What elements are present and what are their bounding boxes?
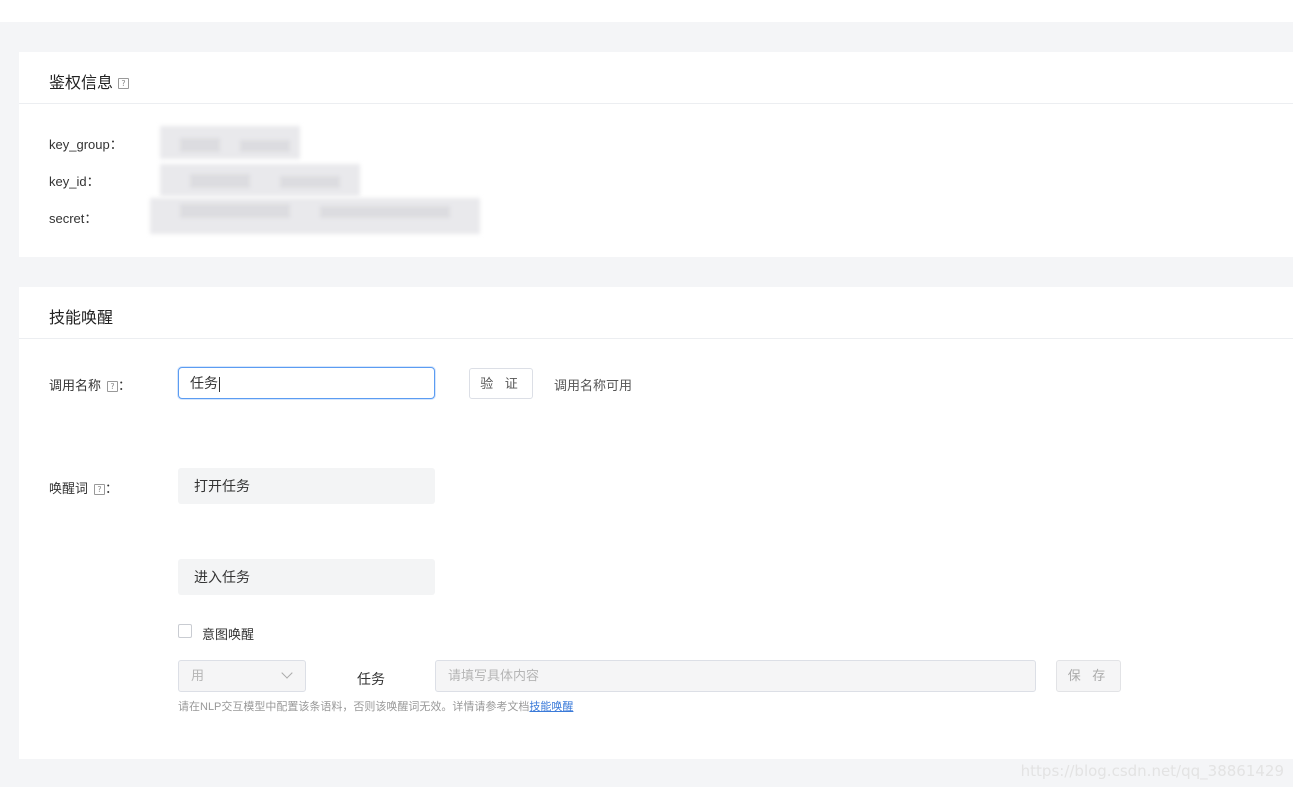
- call-name-label-text: 调用名称: [49, 378, 102, 393]
- verify-button[interactable]: 验 证: [469, 368, 533, 399]
- skill-wake-card: 技能唤醒 调用名称?： 任务 验 证 调用名称可用 唤醒词?： 打开任务 进入任…: [19, 287, 1293, 759]
- key-group-label: key_group：: [49, 137, 123, 152]
- key-id-value-redacted: [160, 164, 360, 196]
- intent-hint: 请在NLP交互模型中配置该条语料，否则该唤醒词无效。详情请参考文档技能唤醒: [178, 698, 573, 714]
- text-caret: [219, 376, 220, 392]
- help-icon[interactable]: ?: [107, 381, 119, 393]
- auth-info-card: 鉴权信息? key_group： key_id： secret：: [19, 52, 1293, 257]
- key-id-label: key_id：: [49, 174, 100, 189]
- intent-middle-text: 任务: [357, 671, 385, 687]
- auth-info-title-text: 鉴权信息: [49, 75, 114, 92]
- intent-content-input[interactable]: 请填写具体内容: [435, 660, 1036, 692]
- chevron-down-icon: [281, 667, 293, 679]
- save-button[interactable]: 保 存: [1056, 660, 1121, 692]
- auth-info-header: 鉴权信息?: [19, 52, 1293, 104]
- help-icon[interactable]: ?: [94, 484, 106, 496]
- call-name-value: 任务: [190, 375, 218, 391]
- intent-wake-label: 意图唤醒: [202, 627, 255, 642]
- call-name-status: 调用名称可用: [554, 378, 633, 393]
- call-name-label: 调用名称?：: [49, 375, 131, 394]
- intent-select[interactable]: 用: [178, 660, 306, 692]
- skill-wake-title: 技能唤醒: [49, 310, 114, 327]
- key-group-value-redacted: [160, 126, 300, 159]
- intent-hint-text: 请在NLP交互模型中配置该条语料，否则该唤醒词无效。详情请参考文档: [178, 701, 530, 713]
- intent-select-value: 用: [191, 668, 205, 683]
- secret-value-redacted: [150, 198, 480, 234]
- skill-wake-header: 技能唤醒: [19, 287, 1293, 339]
- wake-words-label: 唤醒词?：: [49, 478, 118, 497]
- top-bar: [0, 0, 1293, 22]
- skill-wake-doc-link[interactable]: 技能唤醒: [529, 701, 573, 713]
- call-name-colon: ：: [118, 378, 132, 393]
- watermark: https://blog.csdn.net/qq_38861429: [1020, 762, 1284, 780]
- wake-words-colon: ：: [105, 481, 119, 496]
- intent-wake-checkbox[interactable]: [178, 624, 192, 638]
- wake-word-item[interactable]: 打开任务: [178, 468, 435, 504]
- wake-words-label-text: 唤醒词: [49, 481, 89, 496]
- intent-content-placeholder: 请填写具体内容: [448, 668, 540, 683]
- call-name-input[interactable]: 任务: [178, 367, 435, 399]
- help-icon[interactable]: ?: [118, 78, 130, 90]
- wake-word-item[interactable]: 进入任务: [178, 559, 435, 595]
- auth-info-title: 鉴权信息?: [49, 69, 130, 93]
- secret-label: secret：: [49, 211, 98, 226]
